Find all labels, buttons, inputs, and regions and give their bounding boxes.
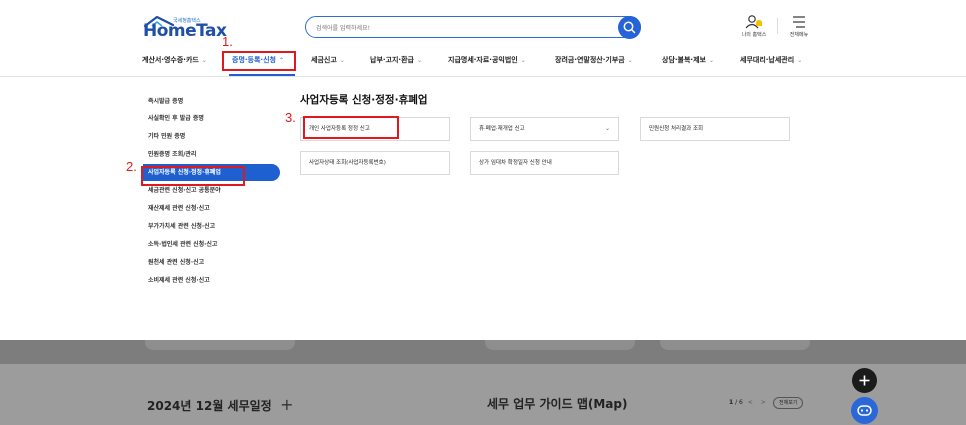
card-label: 휴·폐업·재개업 신고 bbox=[479, 126, 525, 132]
sidebar-item-vat[interactable]: 부가가치세 관련 신청·신고 bbox=[148, 219, 282, 234]
nav-item-label: 장려금·연말정산·기부금 bbox=[555, 56, 625, 64]
guide-pager: 1 / 6 < > bbox=[729, 399, 769, 406]
nav-item-label: 지급명세·자료·공익법인 bbox=[448, 56, 518, 64]
annotation-box-step3 bbox=[303, 116, 399, 139]
guide-map-title: 세무 업무 가이드 맵(Map) bbox=[487, 397, 628, 411]
card-application-result[interactable]: 민원신청 처리결과 조회 bbox=[640, 117, 790, 141]
nav-item-tax-agent[interactable]: 세무대리·납세관리 ⌄ bbox=[740, 55, 802, 65]
card-lease-fixed-date[interactable]: 상가 임대차 확정일자 신청 안내 bbox=[470, 151, 619, 175]
chevron-down-icon: ⌄ bbox=[627, 57, 633, 64]
logo-text[interactable]: HomeTax bbox=[143, 21, 227, 41]
nav-item-label: 세금신고 bbox=[311, 56, 337, 64]
card-business-status-lookup[interactable]: 사업자상태 조회(사업자등록번호) bbox=[300, 151, 450, 175]
chevron-down-icon: ⌄ bbox=[797, 57, 803, 64]
header-divider bbox=[777, 18, 778, 34]
chevron-down-icon: ⌄ bbox=[520, 57, 526, 64]
nav-item-payment-statements[interactable]: 지급명세·자료·공익법인 ⌄ bbox=[448, 55, 526, 65]
section-title: 사업자등록 신청·정정·휴폐업 bbox=[300, 94, 428, 106]
chevron-down-icon: ⌄ bbox=[416, 57, 422, 64]
plus-icon[interactable]: + bbox=[280, 395, 293, 414]
annotation-step2: 2. bbox=[126, 159, 137, 174]
sidebar-item-withholding-tax[interactable]: 원천세 관련 신청·신고 bbox=[148, 255, 282, 270]
all-menu-label: 전체메뉴 bbox=[789, 32, 809, 38]
sidebar-item-fact-check-certificate[interactable]: 사실확인 후 발급 증명 bbox=[148, 111, 282, 126]
annotation-box-step2 bbox=[141, 166, 245, 186]
search-icon bbox=[623, 21, 636, 34]
tax-schedule-title-text: 2024년 12월 세무일정 bbox=[147, 399, 272, 413]
card-label: 민원신청 처리결과 조회 bbox=[649, 126, 704, 132]
chatbot-button[interactable] bbox=[851, 397, 878, 424]
card-label: 상가 임대차 확정일자 신청 안내 bbox=[479, 160, 552, 166]
chatbot-icon bbox=[857, 405, 872, 416]
dimmed-page-overlay: 2024년 12월 세무일정 + 세무 업무 가이드 맵(Map) 1 / 6 … bbox=[0, 340, 966, 425]
prev-icon[interactable]: < bbox=[748, 399, 753, 406]
all-menu-button[interactable]: 전체메뉴 bbox=[784, 14, 814, 44]
mega-menu-panel: 즉시발급 증명 사실확인 후 발급 증명 기타 민원 증명 민원증명 조회/관리… bbox=[0, 77, 966, 341]
nav-item-invoices[interactable]: 계산서·영수증·카드 ⌄ bbox=[142, 55, 207, 65]
dimmed-top-band bbox=[0, 340, 966, 364]
search-bar bbox=[305, 16, 641, 39]
my-hometax-label: 나의 홈택스 bbox=[741, 32, 767, 38]
nav-item-incentives[interactable]: 장려금·연말정산·기부금 ⌄ bbox=[555, 55, 633, 65]
sidebar-item-consumption-tax[interactable]: 소비제세 관련 신청·신고 bbox=[148, 273, 282, 288]
pager-current: 1 bbox=[729, 399, 734, 406]
ghost-card bbox=[145, 340, 295, 350]
hamburger-icon bbox=[793, 16, 805, 28]
nav-item-label: 상담·불복·제보 bbox=[662, 56, 706, 64]
ghost-card bbox=[485, 340, 635, 350]
nav-item-tax-filing[interactable]: 세금신고 ⌄ bbox=[311, 55, 345, 65]
nav-item-consulting[interactable]: 상담·불복·제보 ⌄ bbox=[662, 55, 714, 65]
sidebar-item-income-corporate-tax[interactable]: 소득·법인세 관련 신청·신고 bbox=[148, 237, 282, 252]
plus-icon bbox=[859, 375, 870, 386]
pager-total: / 6 bbox=[735, 399, 743, 406]
site-header: 국세청홈택스 HomeTax 나의 홈택스 전체메뉴 계산서·영수증·카드⌄ 증… bbox=[0, 0, 966, 76]
view-all-button[interactable]: 전체보기 bbox=[773, 397, 804, 409]
sidebar-item-other-certificate[interactable]: 기타 민원 증명 bbox=[148, 129, 282, 144]
card-label: 사업자상태 조회(사업자등록번호) bbox=[309, 160, 386, 166]
fab-plus-button[interactable] bbox=[852, 368, 877, 393]
nav-item-payment[interactable]: 납부·고지·환급 ⌄ bbox=[370, 55, 422, 65]
my-hometax-button[interactable]: 나의 홈택스 bbox=[734, 14, 774, 44]
sidebar-item-certificate-management[interactable]: 민원증명 조회/관리 bbox=[148, 147, 282, 162]
sidebar-item-property-tax[interactable]: 재산제세 관련 신청·신고 bbox=[148, 201, 282, 216]
card-closure-reopening[interactable]: 휴·폐업·재개업 신고 ⌄ bbox=[470, 117, 619, 141]
chevron-down-icon: ⌄ bbox=[604, 125, 610, 132]
nav-item-label: 세무대리·납세관리 bbox=[740, 56, 795, 64]
chevron-down-icon: ⌄ bbox=[708, 57, 714, 64]
sidebar-item-instant-certificate[interactable]: 즉시발급 증명 bbox=[148, 94, 282, 109]
search-input[interactable] bbox=[316, 22, 606, 34]
annotation-step3: 3. bbox=[285, 110, 296, 125]
chevron-down-icon: ⌄ bbox=[339, 57, 345, 64]
nav-item-label: 계산서·영수증·카드 bbox=[142, 56, 199, 64]
user-bell-icon bbox=[745, 15, 762, 29]
annotation-step1: 1. bbox=[222, 34, 233, 49]
annotation-box-step1 bbox=[222, 51, 296, 71]
ghost-card bbox=[660, 340, 810, 350]
search-button[interactable] bbox=[618, 16, 641, 39]
next-icon[interactable]: > bbox=[761, 399, 766, 406]
nav-item-label: 납부·고지·환급 bbox=[370, 56, 414, 64]
main-nav: 계산서·영수증·카드 ⌄ 증명·등록·신청 ⌃ 세금신고 ⌄ 납부·고지·환급 ⌄ 지급… bbox=[0, 52, 966, 76]
tax-schedule-title: 2024년 12월 세무일정 + bbox=[147, 395, 293, 414]
chevron-down-icon: ⌄ bbox=[201, 57, 207, 64]
